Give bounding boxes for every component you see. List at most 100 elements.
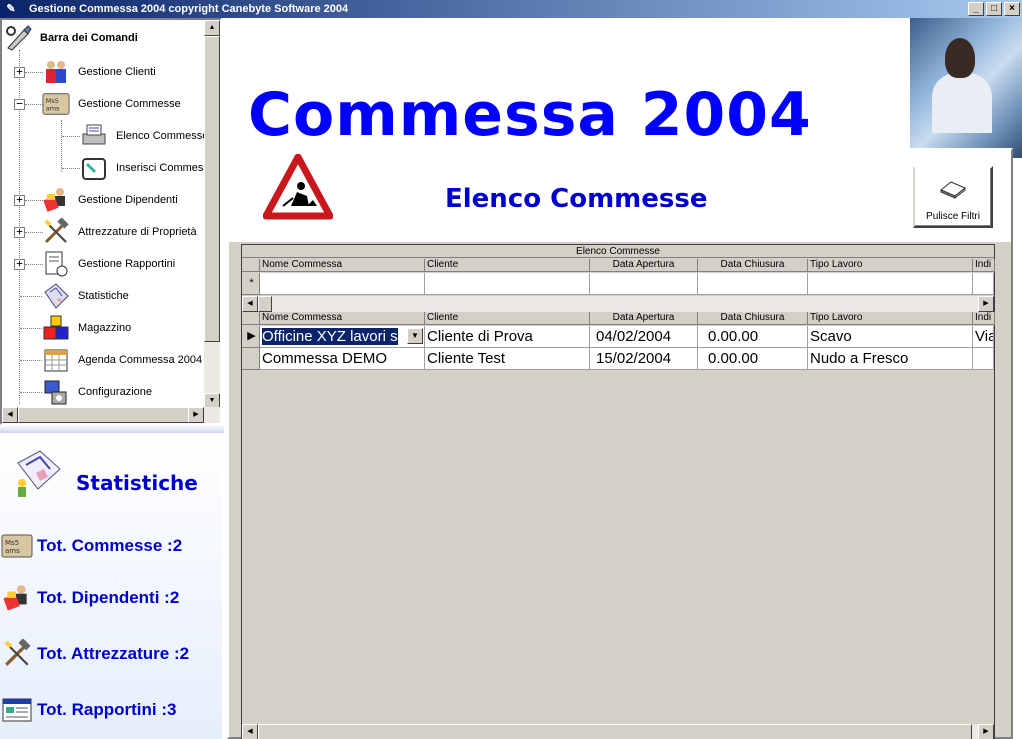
tree-item-gestione-commesse[interactable]: Ms5 ams Gestione Commesse <box>42 90 181 118</box>
cell-data-apertura[interactable]: 15/02/2004 <box>590 348 698 370</box>
tree-item-elenco-commesse[interactable]: Elenco Commesse <box>80 122 208 150</box>
cell-nome-commessa[interactable]: Officine XYZ lavori s ▼ <box>260 326 425 348</box>
filter-col-indirizzo[interactable]: Indi <box>973 259 995 272</box>
tree-vertical-scrollbar[interactable]: ▲ ▼ <box>204 20 220 409</box>
tree-item-label: Attrezzature di Proprietà <box>78 226 197 238</box>
scroll-thumb[interactable] <box>204 36 220 342</box>
stat-label: Tot. Dipendenti :2 <box>37 588 180 607</box>
maximize-button[interactable]: □ <box>986 2 1002 16</box>
clear-filters-label: Pulisce Filtri <box>926 211 980 222</box>
dropdown-arrow-icon[interactable]: ▼ <box>407 328 423 344</box>
stats-chart-icon <box>10 443 64 502</box>
scroll-up-button[interactable]: ▲ <box>204 20 220 36</box>
tree-item-configurazione[interactable]: Configurazione <box>42 378 152 406</box>
filter-col-cliente[interactable]: Cliente <box>425 259 590 272</box>
page-title: Elenco Commesse <box>445 184 708 214</box>
stats-icon <box>42 282 70 310</box>
filter-input-apertura[interactable] <box>590 273 698 295</box>
cell-tipo-lavoro[interactable]: Nudo a Fresco <box>808 348 973 370</box>
filter-col-nome[interactable]: Nome Commessa <box>260 259 425 272</box>
tree-item-label: Gestione Rapportini <box>78 258 176 270</box>
tree-item-gestione-clienti[interactable]: Gestione Clienti <box>42 58 156 86</box>
filter-input-indirizzo[interactable] <box>973 273 994 295</box>
filter-hscrollbar[interactable]: ◀ ▶ <box>242 296 994 312</box>
panel-splitter[interactable] <box>0 425 224 433</box>
cell-indirizzo[interactable]: Via <box>973 326 994 348</box>
commesse-grid[interactable]: Elenco Commesse Nome Commessa Cliente Da… <box>241 244 995 739</box>
tree-item-gestione-dipendenti[interactable]: Gestione Dipendenti <box>42 186 178 214</box>
stats-panel: Statistiche Ms5 ams Tot. Commesse :2 Tot.… <box>0 433 222 739</box>
filter-col-apertura[interactable]: Data Apertura <box>590 259 698 272</box>
header-photo <box>910 18 1022 158</box>
col-indirizzo[interactable]: Indi <box>973 312 995 325</box>
tree-item-agenda[interactable]: Agenda Commessa 2004 <box>42 346 202 374</box>
row-selector[interactable] <box>242 348 260 370</box>
col-cliente[interactable]: Cliente <box>425 312 590 325</box>
hscroll-thumb[interactable] <box>18 407 194 423</box>
scroll-left-button[interactable]: ◀ <box>242 296 258 312</box>
col-data-apertura[interactable]: Data Apertura <box>590 312 698 325</box>
cell-data-chiusura[interactable]: 0.00.00 <box>698 326 808 348</box>
expand-dipendenti[interactable]: + <box>14 194 25 206</box>
cell-cliente[interactable]: Cliente di Prova <box>425 326 590 348</box>
svg-text:Ms5: Ms5 <box>5 539 19 547</box>
col-tipo-lavoro[interactable]: Tipo Lavoro <box>808 312 973 325</box>
tree-horizontal-scrollbar[interactable]: ◀ ▶ <box>2 407 220 423</box>
hammer-icon <box>42 218 70 246</box>
filter-input-tipo[interactable] <box>808 273 973 295</box>
boxes-icon <box>42 314 70 342</box>
hscroll-thumb[interactable] <box>258 724 972 739</box>
cell-cliente[interactable]: Cliente Test <box>425 348 590 370</box>
content-frame: Elenco Commesse Pulisce Filtri Elenco Co… <box>227 148 1013 739</box>
stat-label: Tot. Attrezzature :2 <box>37 644 190 663</box>
stat-attrezzature: Tot. Attrezzature :2 <box>0 639 189 669</box>
collapse-commesse[interactable]: − <box>14 98 25 110</box>
svg-text:ams: ams <box>5 547 20 555</box>
expand-attrezzature[interactable]: + <box>14 226 25 238</box>
frame-header: Elenco Commesse Pulisce Filtri <box>229 150 1011 242</box>
tree-root[interactable]: Barra dei Comandi <box>4 24 138 52</box>
scroll-left-button[interactable]: ◀ <box>2 407 18 423</box>
grid-hscrollbar[interactable]: ◀ ▶ <box>242 724 994 739</box>
tree-item-magazzino[interactable]: Magazzino <box>42 314 131 342</box>
expand-clienti[interactable]: + <box>14 66 25 78</box>
stat-commesse: Ms5 ams Tot. Commesse :2 <box>0 531 182 561</box>
filter-input-cliente[interactable] <box>425 273 590 295</box>
tree-root-label: Barra dei Comandi <box>40 32 138 44</box>
close-button[interactable]: × <box>1004 2 1020 16</box>
scroll-right-button[interactable]: ▶ <box>188 407 204 423</box>
cell-nome-commessa[interactable]: Commessa DEMO <box>260 348 425 370</box>
cell-indirizzo[interactable] <box>973 348 994 370</box>
clear-filters-button[interactable]: Pulisce Filtri <box>913 166 993 228</box>
scroll-left-button[interactable]: ◀ <box>242 724 258 739</box>
tree-item-label: Elenco Commesse <box>116 130 209 142</box>
table-row[interactable]: Commessa DEMO Cliente Test 15/02/2004 0.… <box>242 348 994 370</box>
table-row[interactable]: ▶ Officine XYZ lavori s ▼ Cliente di Pro… <box>242 326 994 348</box>
scroll-right-button[interactable]: ▶ <box>978 724 994 739</box>
filter-col-tipo[interactable]: Tipo Lavoro <box>808 259 973 272</box>
worker-icon <box>0 583 34 613</box>
minimize-button[interactable]: _ <box>968 2 984 16</box>
stat-dipendenti: Tot. Dipendenti :2 <box>0 583 179 613</box>
command-tree[interactable]: Barra dei Comandi + Gestione Clienti − M… <box>0 18 222 425</box>
hscroll-thumb[interactable] <box>258 296 272 312</box>
scroll-right-button[interactable]: ▶ <box>978 296 994 312</box>
config-icon <box>42 378 70 406</box>
col-nome-commessa[interactable]: Nome Commessa <box>260 312 425 325</box>
printer-list-icon <box>80 122 108 150</box>
expand-rapportini[interactable]: + <box>14 258 25 270</box>
cell-data-chiusura[interactable]: 0.00.00 <box>698 348 808 370</box>
filter-input-nome[interactable] <box>260 273 425 295</box>
filter-input-chiusura[interactable] <box>698 273 808 295</box>
tree-item-statistiche[interactable]: Statistiche <box>42 282 129 310</box>
col-data-chiusura[interactable]: Data Chiusura <box>698 312 808 325</box>
filter-input-row[interactable]: * <box>242 273 994 295</box>
people-icon <box>42 58 70 86</box>
stat-label: Tot. Commesse :2 <box>37 536 183 555</box>
tree-item-attrezzature[interactable]: Attrezzature di Proprietà <box>42 218 197 246</box>
filter-col-chiusura[interactable]: Data Chiusura <box>698 259 808 272</box>
tree-item-inserisci-commesse[interactable]: Inserisci Commesse <box>80 154 215 182</box>
cell-data-apertura[interactable]: 04/02/2004 <box>590 326 698 348</box>
cell-tipo-lavoro[interactable]: Scavo <box>808 326 973 348</box>
tree-item-rapportini[interactable]: Gestione Rapportini <box>42 250 175 278</box>
